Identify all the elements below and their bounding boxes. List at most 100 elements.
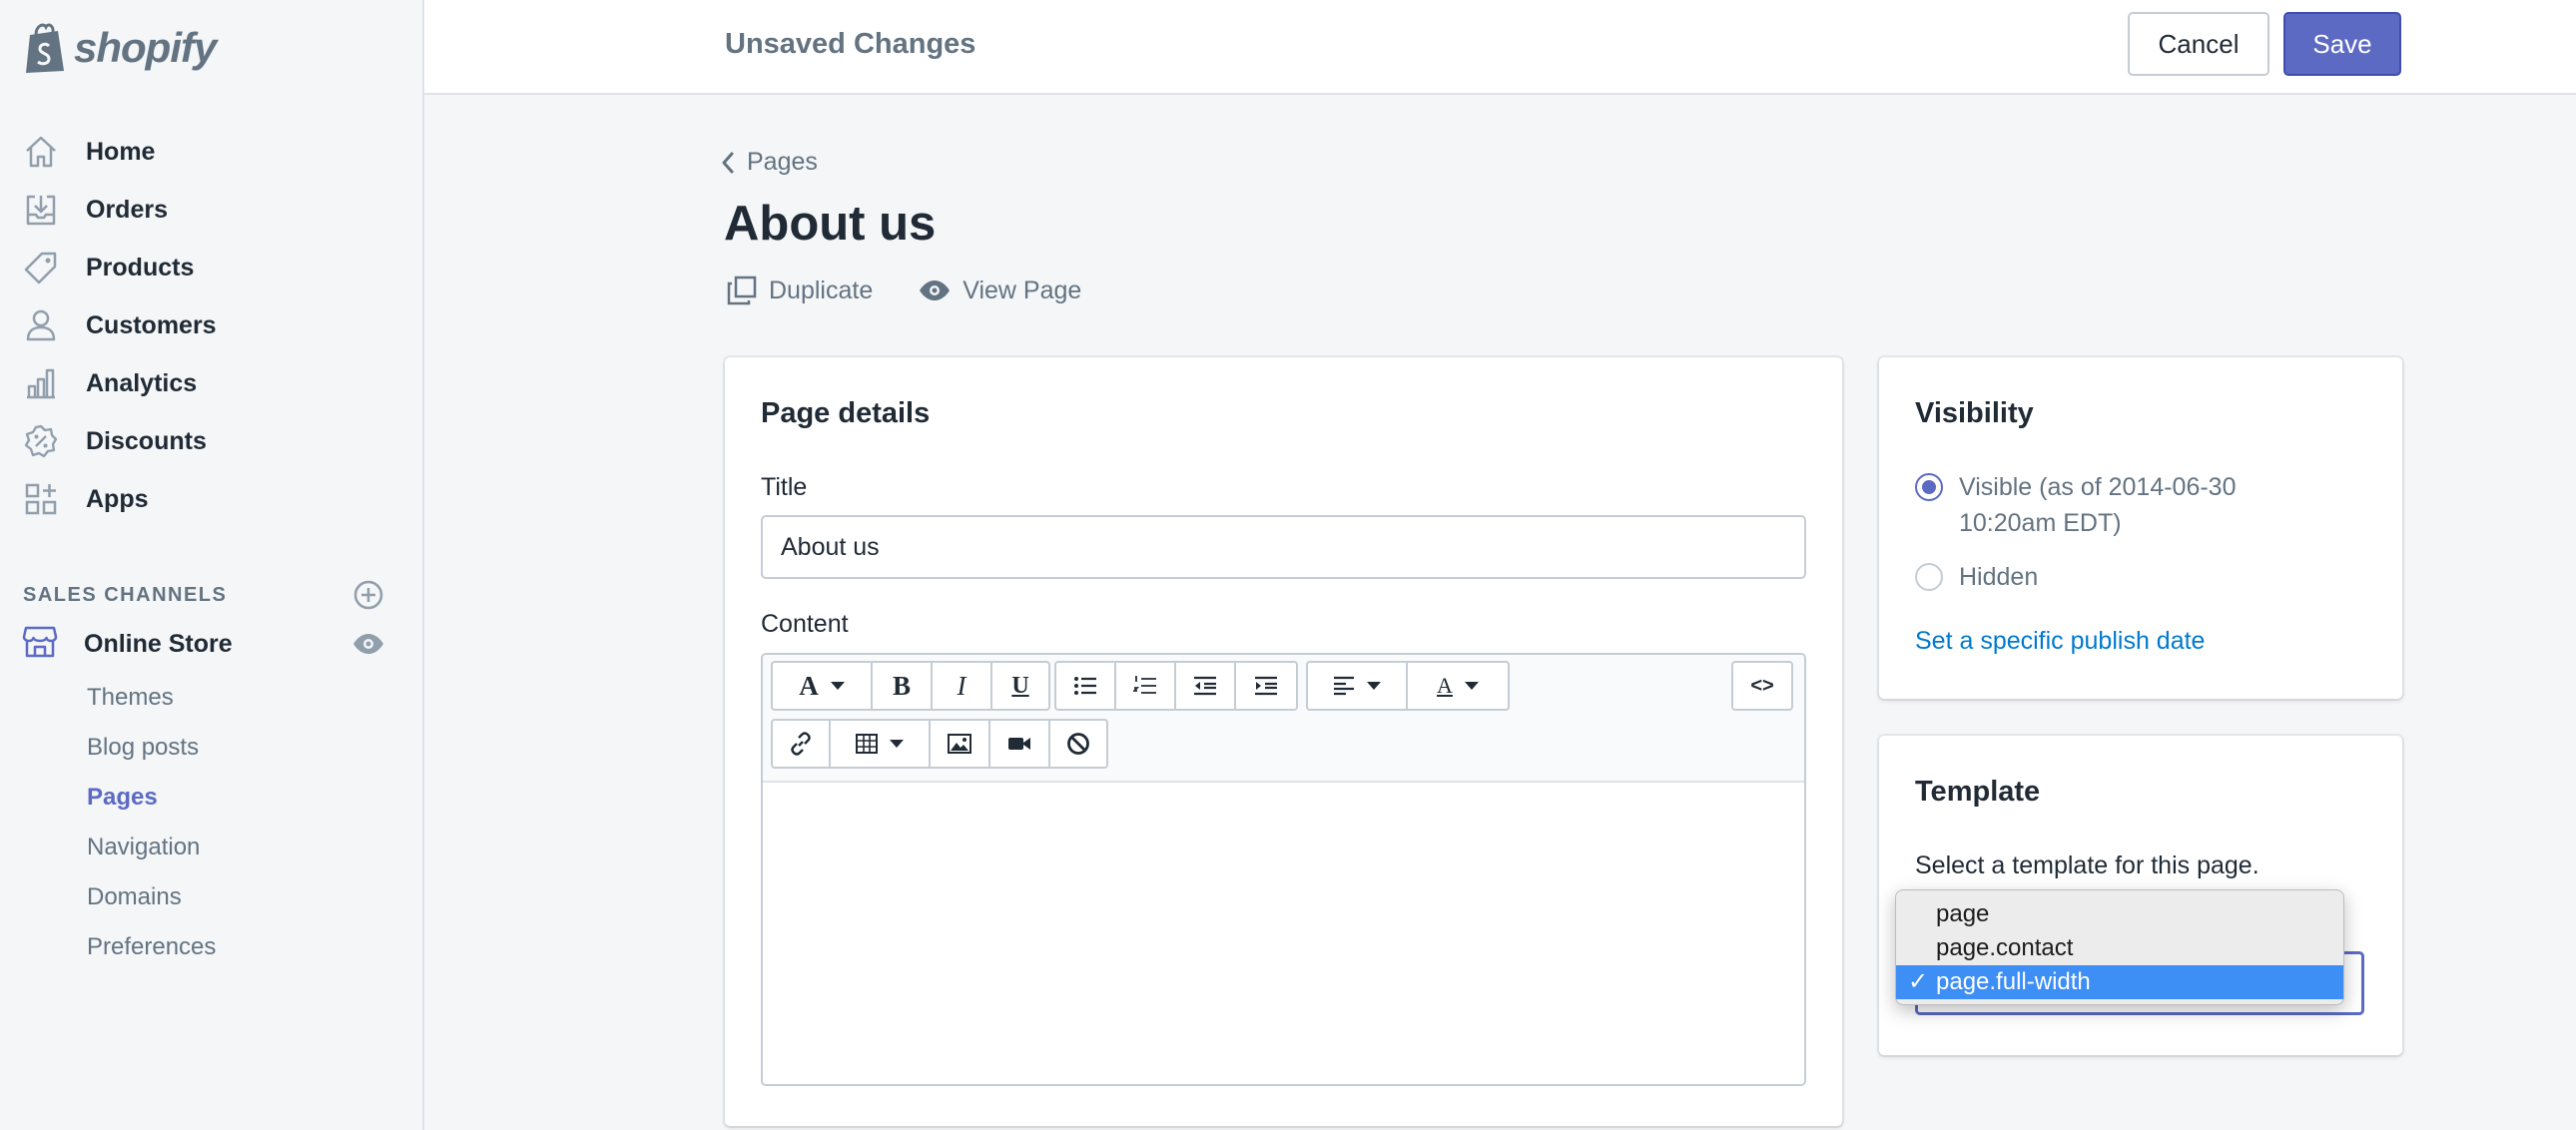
clear-format-button[interactable] [1050, 721, 1106, 767]
eye-icon [920, 281, 951, 300]
apps-icon [22, 480, 60, 518]
contextual-save-bar: Unsaved Changes Cancel Save [424, 0, 2576, 95]
indent-button[interactable] [1236, 663, 1296, 709]
italic-button[interactable]: I [933, 663, 992, 709]
link-icon [791, 732, 811, 756]
nav-item-apps[interactable]: Apps [0, 470, 422, 528]
eye-icon[interactable] [352, 633, 384, 655]
nav-item-home[interactable]: Home [0, 123, 422, 181]
insert-group [771, 719, 1108, 769]
font-dropdown[interactable]: A [773, 663, 873, 709]
discount-icon [22, 422, 60, 460]
list-group [1054, 661, 1298, 711]
duplicate-label: Duplicate [769, 276, 874, 304]
view-page-action[interactable]: View Page [919, 277, 1081, 305]
subnav-item-pages[interactable]: Pages [0, 773, 422, 823]
html-group: <> [1731, 661, 1793, 711]
brand-logo[interactable]: shopify [0, 0, 422, 95]
hidden-radio-label: Hidden [1959, 563, 2039, 591]
nav-item-label: Apps [86, 484, 149, 513]
nav-item-label: Analytics [86, 368, 198, 397]
visible-radio-label: Visible (as of 2014-06-30 10:20am EDT) [1959, 473, 2237, 537]
align-dropdown[interactable] [1308, 663, 1408, 709]
add-channel-icon[interactable] [352, 579, 384, 611]
content-label: Content [761, 610, 849, 638]
template-option-page[interactable]: page [1896, 897, 2343, 931]
nav-item-online-store[interactable]: Online Store [0, 615, 422, 673]
hidden-radio[interactable] [1915, 563, 1943, 591]
orders-icon [22, 191, 60, 229]
editor-content-area[interactable] [763, 783, 1804, 1084]
text-color-icon: A [1437, 673, 1453, 698]
align-color-group: A [1306, 661, 1510, 711]
visibility-heading: Visibility [1915, 397, 2034, 429]
visible-radio-option[interactable]: Visible (as of 2014-06-30 10:20am EDT) [1915, 469, 2288, 541]
template-dropdown-menu: page page.contact ✓ page.full-width [1895, 889, 2344, 1005]
breadcrumb[interactable]: Pages [721, 148, 818, 177]
option-label: page.contact [1936, 934, 2074, 961]
nav-item-orders[interactable]: Orders [0, 181, 422, 239]
insert-image-button[interactable] [931, 721, 990, 767]
nav-item-label: Orders [86, 195, 168, 224]
bullet-list-icon [1074, 677, 1096, 695]
online-store-label: Online Store [84, 629, 233, 658]
subnav-item-preferences[interactable]: Preferences [0, 922, 422, 972]
subnav-item-blog-posts[interactable]: Blog posts [0, 723, 422, 773]
sidebar: shopify Home Orders Products Customers A… [0, 0, 424, 1130]
sales-channels-title: SALES CHANNELS [23, 583, 228, 606]
title-label: Title [761, 473, 808, 501]
insert-link-button[interactable] [773, 721, 831, 767]
online-store-subnav: Themes Blog posts Pages Navigation Domai… [0, 673, 422, 972]
breadcrumb-label: Pages [747, 148, 818, 176]
hidden-radio-option[interactable]: Hidden [1915, 559, 2288, 595]
template-option-page-full-width[interactable]: ✓ page.full-width [1896, 965, 2343, 999]
outdent-button[interactable] [1176, 663, 1236, 709]
image-icon [948, 734, 971, 754]
nav-item-analytics[interactable]: Analytics [0, 354, 422, 412]
page-details-heading: Page details [761, 397, 931, 429]
nav-item-discounts[interactable]: Discounts [0, 412, 422, 470]
template-option-page-contact[interactable]: page.contact [1896, 931, 2343, 965]
text-color-dropdown[interactable]: A [1408, 663, 1508, 709]
cancel-button[interactable]: Cancel [2128, 12, 2269, 76]
text-format-group: A B I U [771, 661, 1050, 711]
title-input[interactable] [761, 515, 1806, 579]
home-icon [22, 133, 60, 171]
page-title: About us [724, 197, 937, 251]
person-icon [22, 306, 60, 344]
font-icon: A [799, 670, 819, 701]
duplicate-action[interactable]: Duplicate [727, 276, 873, 305]
visible-radio[interactable] [1915, 473, 1943, 501]
visibility-card: Visibility Visible (as of 2014-06-30 10:… [1879, 357, 2402, 699]
html-source-button[interactable]: <> [1733, 663, 1791, 709]
outdent-icon [1194, 676, 1216, 696]
insert-table-dropdown[interactable] [831, 721, 931, 767]
set-publish-date-link[interactable]: Set a specific publish date [1915, 627, 2205, 656]
subnav-item-themes[interactable]: Themes [0, 673, 422, 723]
numbered-list-button[interactable] [1116, 663, 1176, 709]
duplicate-icon [727, 276, 757, 305]
nav-item-customers[interactable]: Customers [0, 296, 422, 354]
rich-text-editor: A B I U A <> [761, 653, 1806, 1086]
template-heading: Template [1915, 776, 2041, 808]
bullet-list-button[interactable] [1056, 663, 1116, 709]
subnav-item-domains[interactable]: Domains [0, 872, 422, 922]
option-label: page [1936, 900, 1990, 927]
chart-icon [22, 364, 60, 402]
option-label: page.full-width [1936, 968, 2091, 995]
brand-name: shopify [74, 23, 217, 71]
underline-button[interactable]: U [992, 663, 1048, 709]
page-details-card: Page details Title Content A B I U [725, 357, 1842, 1126]
shopify-bag-icon [26, 23, 64, 73]
subnav-item-navigation[interactable]: Navigation [0, 823, 422, 872]
save-button[interactable]: Save [2283, 12, 2401, 76]
unsaved-changes-title: Unsaved Changes [725, 28, 976, 60]
store-icon [22, 625, 58, 664]
insert-video-button[interactable] [990, 721, 1050, 767]
bold-button[interactable]: B [873, 663, 933, 709]
nav-item-label: Home [86, 137, 156, 166]
nav-item-products[interactable]: Products [0, 239, 422, 296]
main-nav: Home Orders Products Customers Analytics [0, 95, 422, 528]
tag-icon [22, 249, 60, 286]
chevron-left-icon [722, 152, 734, 173]
